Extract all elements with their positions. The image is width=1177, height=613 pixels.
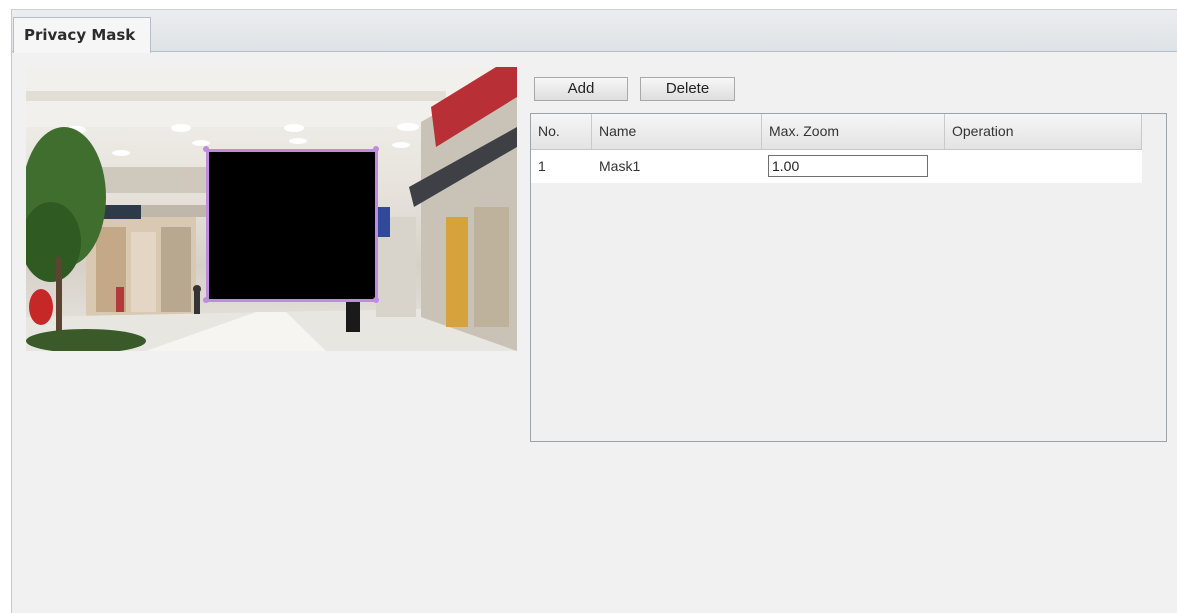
cell-name: Mask1	[599, 158, 641, 174]
tab-privacy-mask[interactable]: Privacy Mask	[13, 17, 151, 53]
video-preview[interactable]	[26, 67, 517, 351]
cell-operation	[945, 150, 1142, 183]
tab-bar: Privacy Mask	[12, 10, 1177, 53]
mask-resize-handle[interactable]	[203, 146, 209, 152]
privacy-mask-panel: Privacy Mask Add Delete No. Name Max. Zo…	[11, 9, 1177, 613]
column-header-operation: Operation	[945, 114, 1142, 149]
delete-button[interactable]: Delete	[640, 77, 735, 101]
table-header: No. Name Max. Zoom Operation	[531, 114, 1142, 150]
add-button[interactable]: Add	[534, 77, 628, 101]
mask-resize-handle[interactable]	[373, 146, 379, 152]
cell-no: 1	[538, 158, 546, 174]
column-header-name: Name	[592, 114, 762, 149]
mask-resize-handle[interactable]	[373, 297, 379, 303]
max-zoom-input[interactable]	[768, 155, 928, 177]
mask-table: No. Name Max. Zoom Operation 1 Mask1	[530, 113, 1167, 442]
privacy-mask-region[interactable]	[206, 149, 378, 302]
column-header-no: No.	[531, 114, 592, 149]
table-row[interactable]: 1 Mask1	[531, 150, 1142, 183]
mask-resize-handle[interactable]	[203, 297, 209, 303]
column-header-max-zoom: Max. Zoom	[762, 114, 945, 149]
